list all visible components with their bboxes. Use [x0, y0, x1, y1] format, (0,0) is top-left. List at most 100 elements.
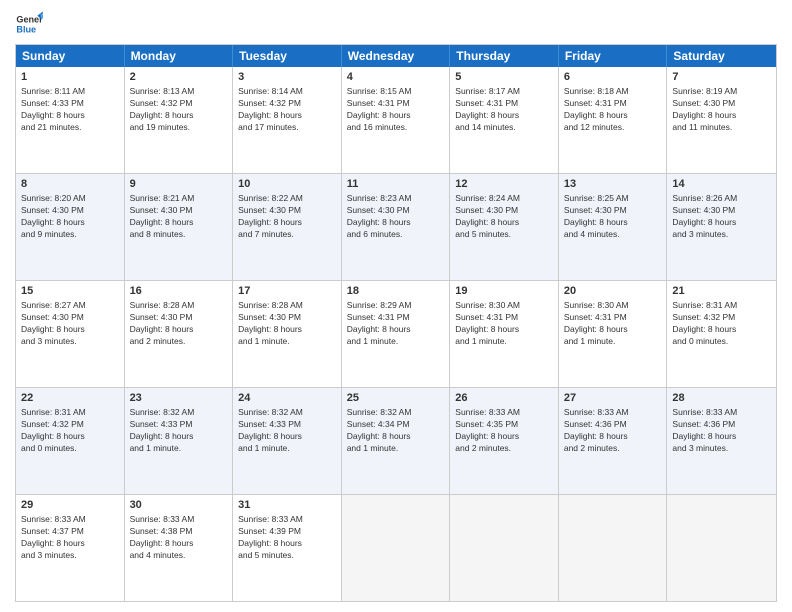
cell-info: Sunrise: 8:32 AM Sunset: 4:33 PM Dayligh… — [238, 407, 336, 455]
cell-info: Sunrise: 8:29 AM Sunset: 4:31 PM Dayligh… — [347, 300, 445, 348]
day-number: 26 — [455, 391, 553, 406]
calendar-cell — [450, 495, 559, 601]
cell-info: Sunrise: 8:30 AM Sunset: 4:31 PM Dayligh… — [564, 300, 662, 348]
cell-info: Sunrise: 8:33 AM Sunset: 4:36 PM Dayligh… — [672, 407, 771, 455]
cell-info: Sunrise: 8:15 AM Sunset: 4:31 PM Dayligh… — [347, 86, 445, 134]
calendar-row-4: 29Sunrise: 8:33 AM Sunset: 4:37 PM Dayli… — [16, 494, 776, 601]
cell-info: Sunrise: 8:14 AM Sunset: 4:32 PM Dayligh… — [238, 86, 336, 134]
calendar-row-2: 15Sunrise: 8:27 AM Sunset: 4:30 PM Dayli… — [16, 280, 776, 387]
calendar-cell: 23Sunrise: 8:32 AM Sunset: 4:33 PM Dayli… — [125, 388, 234, 494]
cell-info: Sunrise: 8:13 AM Sunset: 4:32 PM Dayligh… — [130, 86, 228, 134]
day-number: 27 — [564, 391, 662, 406]
day-number: 15 — [21, 284, 119, 299]
cell-info: Sunrise: 8:33 AM Sunset: 4:35 PM Dayligh… — [455, 407, 553, 455]
cell-info: Sunrise: 8:33 AM Sunset: 4:38 PM Dayligh… — [130, 514, 228, 562]
day-number: 12 — [455, 177, 553, 192]
calendar: SundayMondayTuesdayWednesdayThursdayFrid… — [15, 44, 777, 602]
day-number: 6 — [564, 70, 662, 85]
day-number: 22 — [21, 391, 119, 406]
cell-info: Sunrise: 8:24 AM Sunset: 4:30 PM Dayligh… — [455, 193, 553, 241]
cell-info: Sunrise: 8:30 AM Sunset: 4:31 PM Dayligh… — [455, 300, 553, 348]
cell-info: Sunrise: 8:23 AM Sunset: 4:30 PM Dayligh… — [347, 193, 445, 241]
cell-info: Sunrise: 8:25 AM Sunset: 4:30 PM Dayligh… — [564, 193, 662, 241]
cell-info: Sunrise: 8:28 AM Sunset: 4:30 PM Dayligh… — [238, 300, 336, 348]
day-number: 1 — [21, 70, 119, 85]
calendar-cell: 10Sunrise: 8:22 AM Sunset: 4:30 PM Dayli… — [233, 174, 342, 280]
logo: General Blue — [15, 10, 47, 38]
cell-info: Sunrise: 8:31 AM Sunset: 4:32 PM Dayligh… — [672, 300, 771, 348]
logo-icon: General Blue — [15, 10, 43, 38]
calendar-cell: 29Sunrise: 8:33 AM Sunset: 4:37 PM Dayli… — [16, 495, 125, 601]
day-number: 3 — [238, 70, 336, 85]
day-number: 31 — [238, 498, 336, 513]
cell-info: Sunrise: 8:11 AM Sunset: 4:33 PM Dayligh… — [21, 86, 119, 134]
cell-info: Sunrise: 8:32 AM Sunset: 4:34 PM Dayligh… — [347, 407, 445, 455]
day-number: 19 — [455, 284, 553, 299]
calendar-cell: 28Sunrise: 8:33 AM Sunset: 4:36 PM Dayli… — [667, 388, 776, 494]
calendar-cell: 11Sunrise: 8:23 AM Sunset: 4:30 PM Dayli… — [342, 174, 451, 280]
calendar-cell: 3Sunrise: 8:14 AM Sunset: 4:32 PM Daylig… — [233, 67, 342, 173]
day-number: 2 — [130, 70, 228, 85]
day-number: 14 — [672, 177, 771, 192]
calendar-row-0: 1Sunrise: 8:11 AM Sunset: 4:33 PM Daylig… — [16, 67, 776, 173]
cell-info: Sunrise: 8:31 AM Sunset: 4:32 PM Dayligh… — [21, 407, 119, 455]
day-number: 13 — [564, 177, 662, 192]
day-number: 7 — [672, 70, 771, 85]
day-number: 11 — [347, 177, 445, 192]
calendar-cell: 4Sunrise: 8:15 AM Sunset: 4:31 PM Daylig… — [342, 67, 451, 173]
day-number: 18 — [347, 284, 445, 299]
calendar-cell: 1Sunrise: 8:11 AM Sunset: 4:33 PM Daylig… — [16, 67, 125, 173]
day-number: 24 — [238, 391, 336, 406]
cell-info: Sunrise: 8:17 AM Sunset: 4:31 PM Dayligh… — [455, 86, 553, 134]
calendar-cell — [559, 495, 668, 601]
calendar-cell: 20Sunrise: 8:30 AM Sunset: 4:31 PM Dayli… — [559, 281, 668, 387]
calendar-header: SundayMondayTuesdayWednesdayThursdayFrid… — [16, 45, 776, 67]
calendar-cell: 24Sunrise: 8:32 AM Sunset: 4:33 PM Dayli… — [233, 388, 342, 494]
calendar-cell: 15Sunrise: 8:27 AM Sunset: 4:30 PM Dayli… — [16, 281, 125, 387]
calendar-cell: 18Sunrise: 8:29 AM Sunset: 4:31 PM Dayli… — [342, 281, 451, 387]
calendar-cell: 8Sunrise: 8:20 AM Sunset: 4:30 PM Daylig… — [16, 174, 125, 280]
calendar-cell: 9Sunrise: 8:21 AM Sunset: 4:30 PM Daylig… — [125, 174, 234, 280]
day-number: 8 — [21, 177, 119, 192]
calendar-cell: 2Sunrise: 8:13 AM Sunset: 4:32 PM Daylig… — [125, 67, 234, 173]
page: General Blue SundayMondayTuesdayWednesda… — [0, 0, 792, 612]
calendar-cell: 6Sunrise: 8:18 AM Sunset: 4:31 PM Daylig… — [559, 67, 668, 173]
day-number: 20 — [564, 284, 662, 299]
day-number: 4 — [347, 70, 445, 85]
cell-info: Sunrise: 8:32 AM Sunset: 4:33 PM Dayligh… — [130, 407, 228, 455]
cell-info: Sunrise: 8:21 AM Sunset: 4:30 PM Dayligh… — [130, 193, 228, 241]
calendar-cell — [667, 495, 776, 601]
calendar-cell: 12Sunrise: 8:24 AM Sunset: 4:30 PM Dayli… — [450, 174, 559, 280]
header-day-friday: Friday — [559, 45, 668, 67]
day-number: 21 — [672, 284, 771, 299]
cell-info: Sunrise: 8:33 AM Sunset: 4:37 PM Dayligh… — [21, 514, 119, 562]
calendar-cell: 30Sunrise: 8:33 AM Sunset: 4:38 PM Dayli… — [125, 495, 234, 601]
cell-info: Sunrise: 8:27 AM Sunset: 4:30 PM Dayligh… — [21, 300, 119, 348]
day-number: 29 — [21, 498, 119, 513]
day-number: 9 — [130, 177, 228, 192]
calendar-cell — [342, 495, 451, 601]
day-number: 16 — [130, 284, 228, 299]
calendar-cell: 14Sunrise: 8:26 AM Sunset: 4:30 PM Dayli… — [667, 174, 776, 280]
day-number: 28 — [672, 391, 771, 406]
cell-info: Sunrise: 8:20 AM Sunset: 4:30 PM Dayligh… — [21, 193, 119, 241]
day-number: 10 — [238, 177, 336, 192]
cell-info: Sunrise: 8:22 AM Sunset: 4:30 PM Dayligh… — [238, 193, 336, 241]
header-day-sunday: Sunday — [16, 45, 125, 67]
calendar-row-1: 8Sunrise: 8:20 AM Sunset: 4:30 PM Daylig… — [16, 173, 776, 280]
cell-info: Sunrise: 8:26 AM Sunset: 4:30 PM Dayligh… — [672, 193, 771, 241]
calendar-cell: 7Sunrise: 8:19 AM Sunset: 4:30 PM Daylig… — [667, 67, 776, 173]
cell-info: Sunrise: 8:18 AM Sunset: 4:31 PM Dayligh… — [564, 86, 662, 134]
day-number: 17 — [238, 284, 336, 299]
cell-info: Sunrise: 8:33 AM Sunset: 4:36 PM Dayligh… — [564, 407, 662, 455]
header-day-saturday: Saturday — [667, 45, 776, 67]
calendar-cell: 26Sunrise: 8:33 AM Sunset: 4:35 PM Dayli… — [450, 388, 559, 494]
header-day-monday: Monday — [125, 45, 234, 67]
calendar-cell: 16Sunrise: 8:28 AM Sunset: 4:30 PM Dayli… — [125, 281, 234, 387]
calendar-cell: 19Sunrise: 8:30 AM Sunset: 4:31 PM Dayli… — [450, 281, 559, 387]
calendar-row-3: 22Sunrise: 8:31 AM Sunset: 4:32 PM Dayli… — [16, 387, 776, 494]
header-day-wednesday: Wednesday — [342, 45, 451, 67]
header-day-tuesday: Tuesday — [233, 45, 342, 67]
calendar-cell: 27Sunrise: 8:33 AM Sunset: 4:36 PM Dayli… — [559, 388, 668, 494]
day-number: 5 — [455, 70, 553, 85]
